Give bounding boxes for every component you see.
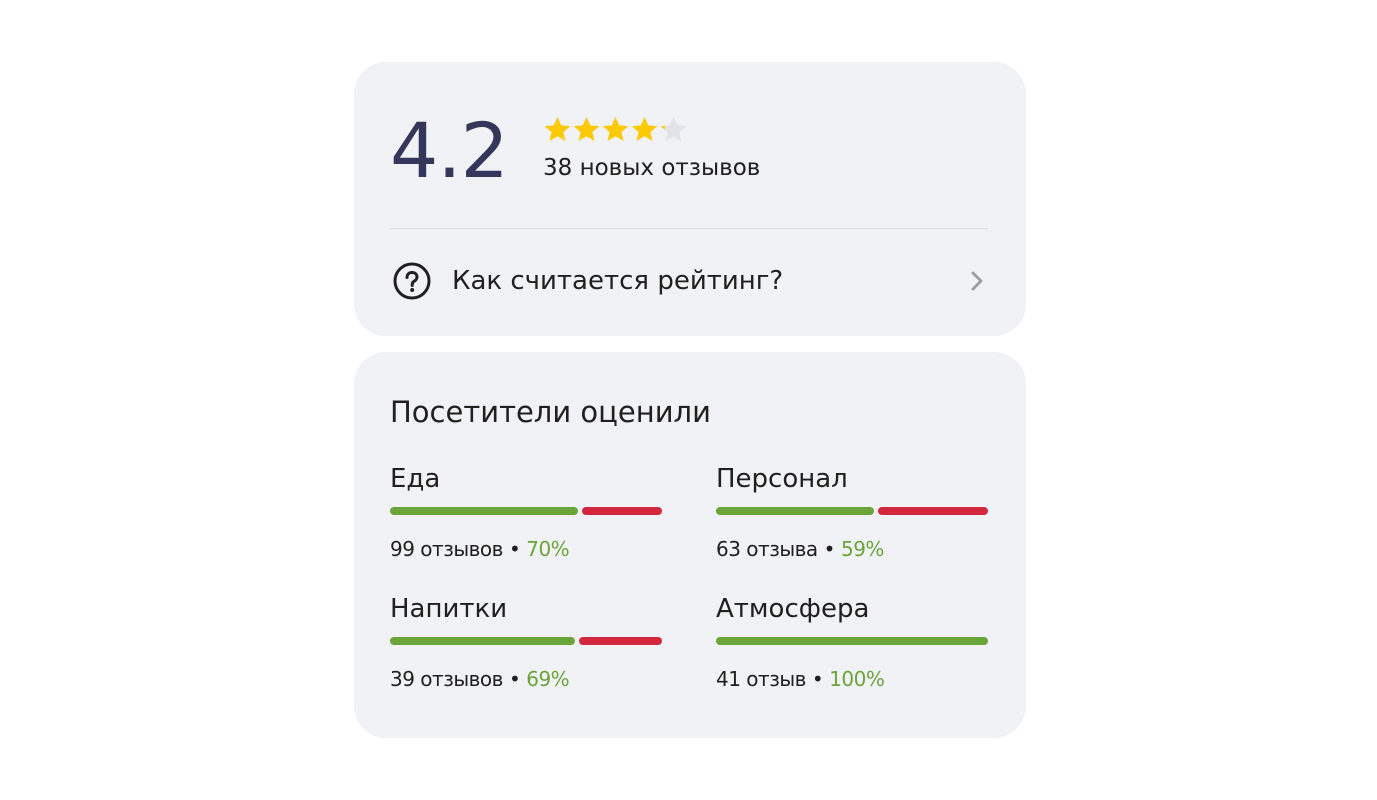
category-meta: 63 отзыва • 59% [716,535,884,563]
category-meta: 39 отзывов • 69% [390,665,570,693]
reviews-count: 63 отзыва [716,537,818,561]
separator-dot: • [811,667,824,691]
category-meta: 99 отзывов • 70% [390,535,570,563]
positive-percent: 100% [829,667,885,691]
category-name: Персонал [716,464,848,494]
sentiment-bar [390,637,662,645]
category-name: Еда [390,464,441,494]
reviews-count: 41 отзыв [716,667,806,691]
positive-percent: 70% [526,537,570,561]
positive-segment [716,637,988,645]
positive-percent: 69% [526,667,570,691]
rating-value: 4.2 [390,106,509,195]
star-icon [543,115,572,144]
star-icon [659,115,688,144]
positive-segment [716,507,874,515]
category-name: Напитки [390,594,508,624]
category-meta: 41 отзыв • 100% [716,665,885,693]
how-rating-calculated-label: Как считается рейтинг? [452,266,784,296]
positive-percent: 59% [840,537,884,561]
chevron-right-icon [971,271,983,291]
negative-segment [582,507,662,515]
negative-segment [878,507,988,515]
separator-dot: • [823,537,836,561]
rating-details: 38 новых отзывов [543,114,873,182]
rating-stars [543,114,873,144]
separator-dot: • [508,537,521,561]
new-reviews-count[interactable]: 38 новых отзывов [543,154,873,182]
sentiment-bar [716,507,988,515]
reviews-count: 99 отзывов [390,537,503,561]
negative-segment [579,637,662,645]
rating-card: 4.2 38 новых отзывов Как считается рейти… [354,62,1026,336]
star-icon [630,115,659,144]
sentiment-bar [716,637,988,645]
question-circle-icon [393,262,431,300]
reviews-count: 39 отзывов [390,667,503,691]
star-icon [572,115,601,144]
category-name: Атмосфера [716,594,870,624]
star-icon [601,115,630,144]
positive-segment [390,637,575,645]
section-title: Посетители оценили [390,395,711,429]
how-rating-calculated-link[interactable]: Как считается рейтинг? [390,259,988,303]
divider [390,228,988,229]
visitors-rated-card: Посетители оценили Еда 99 отзывов • 70% Пе… [354,352,1026,738]
page: 4.2 38 новых отзывов Как считается рейти… [0,0,1377,800]
sentiment-bar [390,507,662,515]
positive-segment [390,507,578,515]
separator-dot: • [508,667,521,691]
